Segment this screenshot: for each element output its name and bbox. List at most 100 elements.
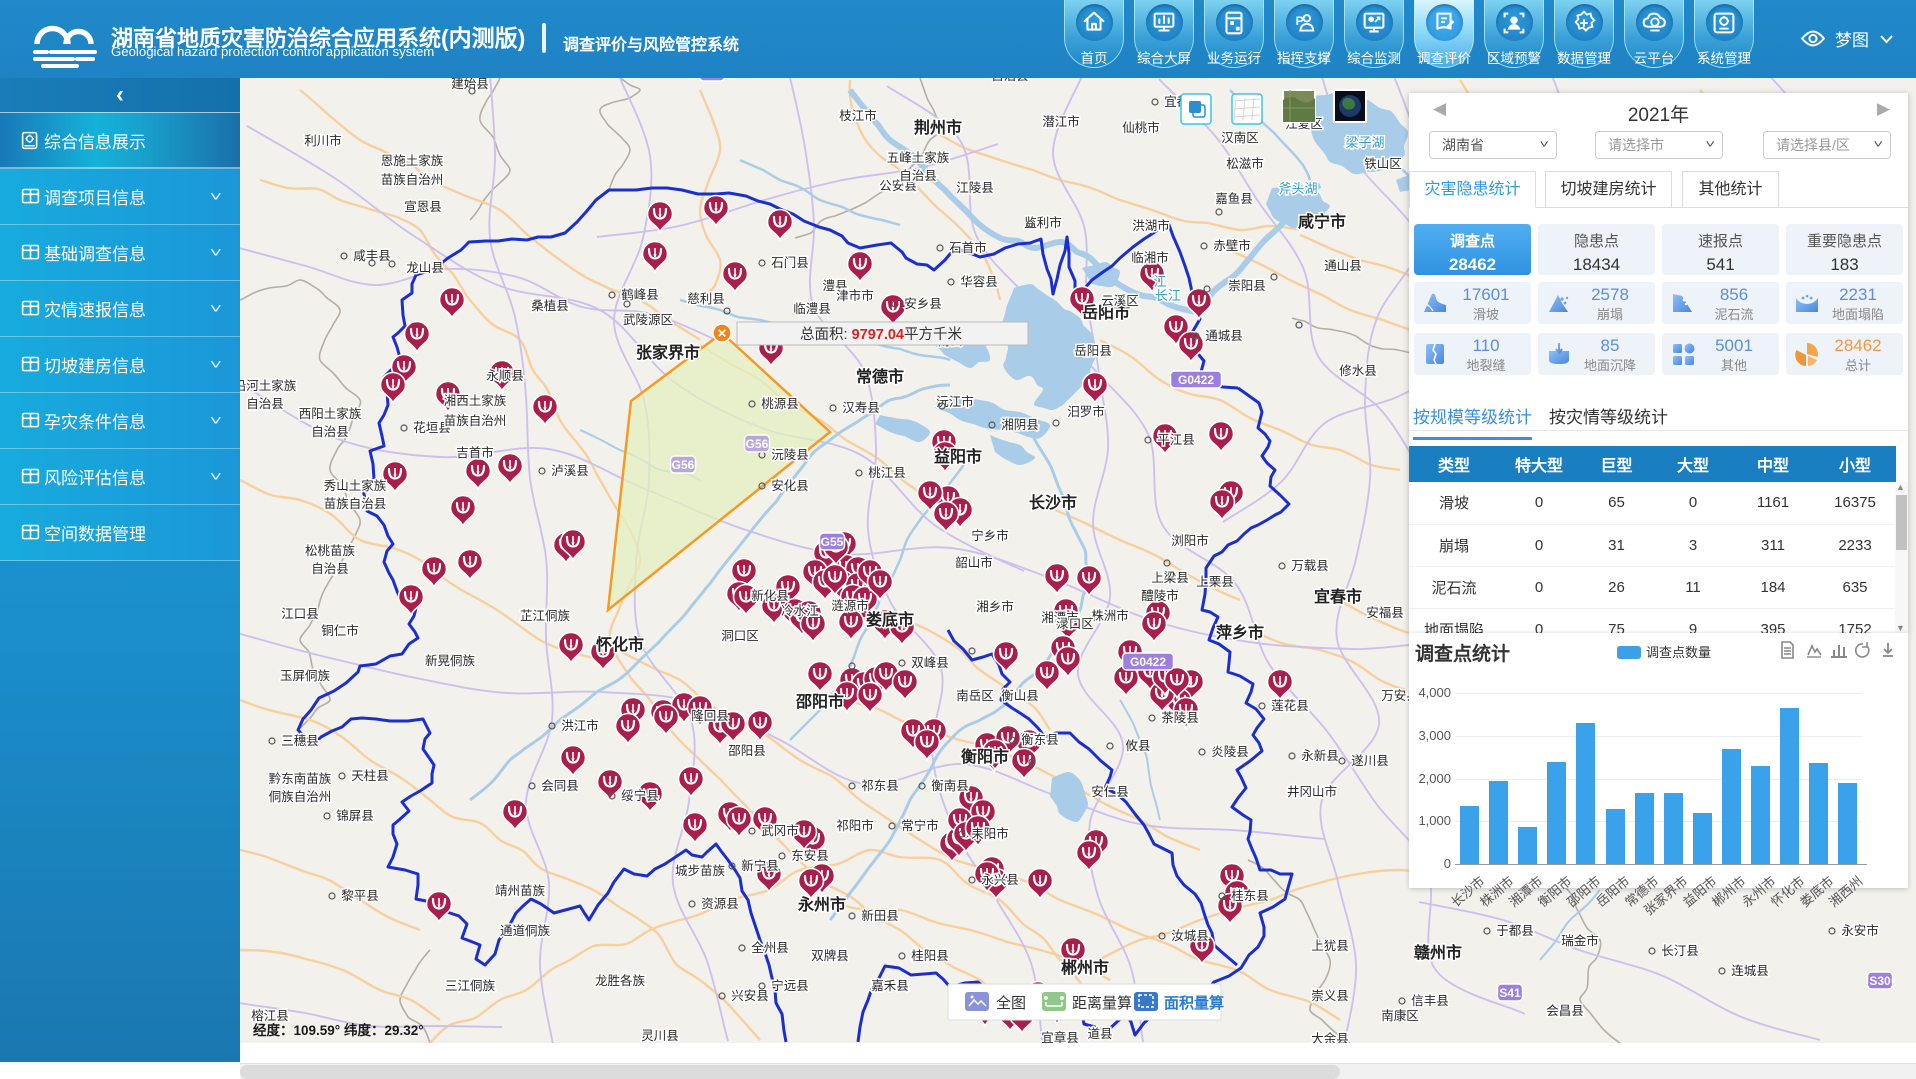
svg-text:G56: G56	[746, 437, 769, 451]
svg-text:恩施土家族: 恩施土家族	[381, 153, 444, 168]
svg-text:江: 江	[1153, 274, 1166, 289]
svg-text:常德市: 常德市	[856, 367, 904, 386]
svg-text:锦屏县: 锦屏县	[336, 809, 374, 823]
svg-text:梁子湖: 梁子湖	[1345, 135, 1384, 150]
svg-text:监利市: 监利市	[1024, 215, 1062, 230]
svg-text:嘉禾县: 嘉禾县	[871, 979, 909, 993]
svg-text:怀化市: 怀化市	[596, 635, 644, 654]
svg-text:衡南县: 衡南县	[931, 778, 969, 793]
svg-text:萍乡市: 萍乡市	[1216, 623, 1264, 642]
svg-text:苗族自治县: 苗族自治县	[324, 497, 387, 511]
svg-text:安福县: 安福县	[1366, 605, 1404, 620]
svg-text:距离量算: 距离量算	[1072, 994, 1132, 1012]
svg-text:慈利县: 慈利县	[687, 291, 725, 306]
svg-text:✕: ✕	[717, 327, 727, 341]
svg-text:华容县: 华容县	[960, 274, 998, 289]
svg-text:松桃苗族: 松桃苗族	[305, 543, 356, 558]
svg-text:宣恩县: 宣恩县	[404, 199, 442, 214]
svg-text:S30: S30	[1869, 974, 1891, 988]
svg-text:沅陵县: 沅陵县	[771, 448, 809, 462]
svg-text:娄底市: 娄底市	[866, 610, 914, 629]
svg-text:武冈市: 武冈市	[761, 823, 799, 838]
svg-text:祁东县: 祁东县	[861, 778, 899, 793]
svg-text:莲花县: 莲花县	[1271, 698, 1309, 713]
svg-text:汝城县: 汝城县	[1171, 929, 1209, 943]
svg-text:绥宁县: 绥宁县	[621, 788, 659, 803]
svg-text:永安市: 永安市	[1841, 923, 1879, 938]
svg-text:上犹县: 上犹县	[1311, 939, 1349, 953]
svg-text:衡东县: 衡东县	[1021, 733, 1059, 747]
svg-text:安化县: 安化县	[771, 478, 809, 493]
svg-text:西阳土家族: 西阳土家族	[299, 406, 362, 421]
svg-text:三穗县: 三穗县	[281, 734, 319, 748]
svg-text:城步苗族: 城步苗族	[675, 864, 726, 878]
svg-text:G0422: G0422	[1178, 373, 1214, 387]
svg-text:东安县: 东安县	[791, 848, 829, 863]
svg-text:全图: 全图	[996, 994, 1026, 1012]
svg-text:炎陵县: 炎陵县	[1211, 745, 1249, 759]
svg-text:黔东南苗族: 黔东南苗族	[269, 771, 332, 786]
svg-text:沅江市: 沅江市	[936, 394, 974, 409]
svg-text:自治县: 自治县	[246, 397, 284, 411]
svg-text:永新县: 永新县	[1301, 748, 1339, 763]
svg-text:洪湖市: 洪湖市	[1132, 218, 1170, 233]
svg-text:长江: 长江	[1155, 288, 1181, 303]
svg-text:遂川县: 遂川县	[1351, 754, 1389, 768]
svg-text:云溪区: 云溪区	[1101, 294, 1139, 308]
svg-text:津市市: 津市市	[836, 288, 874, 303]
svg-text:桃江县: 桃江县	[868, 465, 906, 480]
svg-text:咸丰县: 咸丰县	[353, 249, 391, 263]
svg-text:江陵县: 江陵县	[956, 181, 994, 195]
svg-text:S41: S41	[1499, 986, 1521, 1000]
svg-text:五峰土家族: 五峰土家族	[887, 150, 950, 165]
svg-text:安乡县: 安乡县	[904, 296, 942, 311]
svg-text:岳阳县: 岳阳县	[1074, 344, 1112, 358]
svg-text:侗族自治州: 侗族自治州	[269, 790, 332, 804]
svg-text:自治县: 自治县	[899, 169, 937, 183]
svg-text:湘乡市: 湘乡市	[976, 599, 1014, 614]
svg-text:上栗县: 上栗县	[1196, 575, 1234, 589]
svg-text:榕江县: 榕江县	[251, 1008, 289, 1023]
svg-text:枝江市: 枝江市	[839, 108, 877, 123]
svg-text:咸宁市: 咸宁市	[1298, 212, 1346, 231]
svg-text:洞口区: 洞口区	[721, 629, 759, 643]
svg-text:天柱县: 天柱县	[351, 768, 389, 783]
svg-text:资源县: 资源县	[701, 897, 739, 911]
svg-text:吉首市: 吉首市	[456, 445, 494, 460]
svg-text:黎平县: 黎平县	[341, 889, 379, 903]
svg-text:浏阳市: 浏阳市	[1171, 533, 1209, 548]
svg-text:平江县: 平江县	[1157, 433, 1195, 447]
svg-text:石门县: 石门县	[771, 255, 809, 270]
svg-text:双峰县: 双峰县	[911, 656, 949, 670]
svg-text:桂东县: 桂东县	[1231, 888, 1269, 903]
svg-text:泸溪县: 泸溪县	[551, 464, 589, 478]
svg-text:涟源市: 涟源市	[831, 598, 869, 613]
svg-text:连城县: 连城县	[1731, 963, 1769, 978]
svg-text:隆回县: 隆回县	[691, 708, 729, 723]
svg-text:邵阳市: 邵阳市	[795, 692, 844, 711]
svg-text:汨罗市: 汨罗市	[1067, 404, 1105, 419]
svg-text:嘉鱼县: 嘉鱼县	[1215, 192, 1253, 206]
svg-text:祁阳市: 祁阳市	[836, 818, 874, 833]
svg-text:新田县: 新田县	[861, 908, 899, 923]
svg-text:自治县: 自治县	[311, 562, 349, 576]
svg-text:井冈山市: 井冈山市	[1287, 784, 1337, 799]
svg-text:新晃侗族: 新晃侗族	[425, 653, 476, 668]
svg-text:安仁县: 安仁县	[1091, 784, 1129, 799]
svg-text:通山县: 通山县	[1324, 259, 1362, 273]
svg-text:永州市: 永州市	[797, 895, 846, 914]
svg-text:大余县: 大余县	[1311, 1031, 1349, 1043]
svg-text:南康区: 南康区	[1381, 1008, 1419, 1023]
svg-text:赣州市: 赣州市	[1414, 943, 1462, 962]
svg-text:双牌县: 双牌县	[811, 948, 849, 963]
svg-text:万载县: 万载县	[1291, 559, 1329, 573]
svg-text:灵川县: 灵川县	[641, 1029, 679, 1043]
svg-text:鹤峰县: 鹤峰县	[621, 287, 659, 302]
svg-text:新化县: 新化县	[751, 588, 789, 603]
svg-text:长汀县: 长汀县	[1661, 944, 1699, 958]
svg-text:沿河土家族: 沿河土家族	[240, 378, 297, 393]
svg-text:G50: G50	[701, 78, 724, 80]
svg-text:宁乡市: 宁乡市	[971, 528, 1009, 543]
svg-text:龙胜各族: 龙胜各族	[595, 973, 646, 988]
svg-text:冷水江: 冷水江	[781, 604, 819, 618]
